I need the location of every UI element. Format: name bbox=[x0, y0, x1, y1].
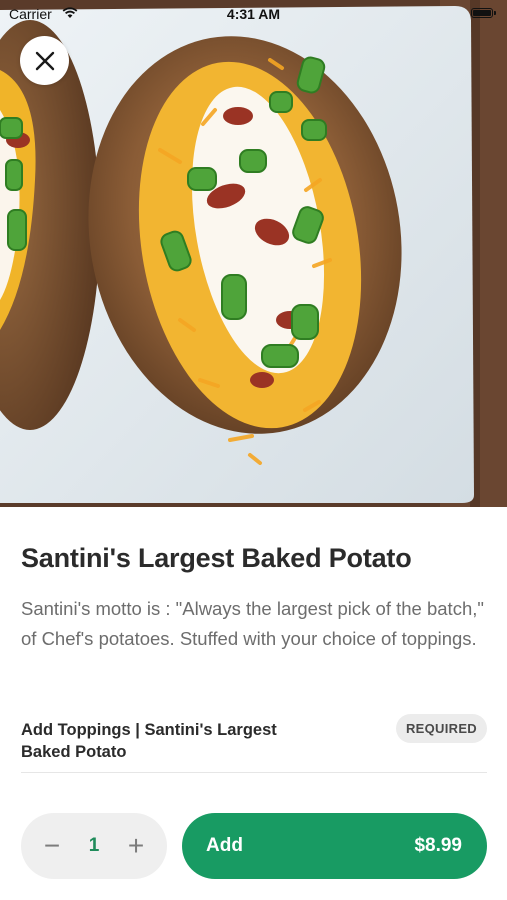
add-button-label: Add bbox=[206, 835, 243, 856]
toppings-title: Add Toppings | Santini's Largest Baked P… bbox=[21, 721, 277, 761]
status-time: 4:31 AM bbox=[226, 6, 281, 22]
food-photo bbox=[0, 0, 507, 507]
status-bar: Carrier 4:31 AM bbox=[0, 0, 507, 28]
item-details: Santini's Largest Baked Potato Santini's… bbox=[21, 540, 486, 653]
add-button-price: $8.99 bbox=[414, 835, 462, 856]
increase-quantity-button[interactable]: + bbox=[111, 813, 161, 879]
add-to-cart-button[interactable]: Add $8.99 bbox=[182, 813, 487, 879]
toppings-section-header[interactable]: Add Toppings | Santini's Largest Baked P… bbox=[21, 714, 487, 773]
close-icon bbox=[35, 51, 54, 70]
item-description: Santini's motto is : "Always the largest… bbox=[21, 598, 484, 649]
decrease-quantity-button[interactable]: − bbox=[27, 813, 77, 879]
required-badge: REQUIRED bbox=[395, 714, 487, 743]
quantity-stepper: − 1 + bbox=[21, 813, 167, 879]
battery-icon bbox=[471, 8, 496, 18]
item-title: Santini's Largest Baked Potato bbox=[21, 543, 412, 573]
hero-image bbox=[0, 0, 507, 507]
close-button[interactable] bbox=[20, 36, 69, 85]
bottom-action-bar: − 1 + Add $8.99 bbox=[0, 792, 507, 900]
